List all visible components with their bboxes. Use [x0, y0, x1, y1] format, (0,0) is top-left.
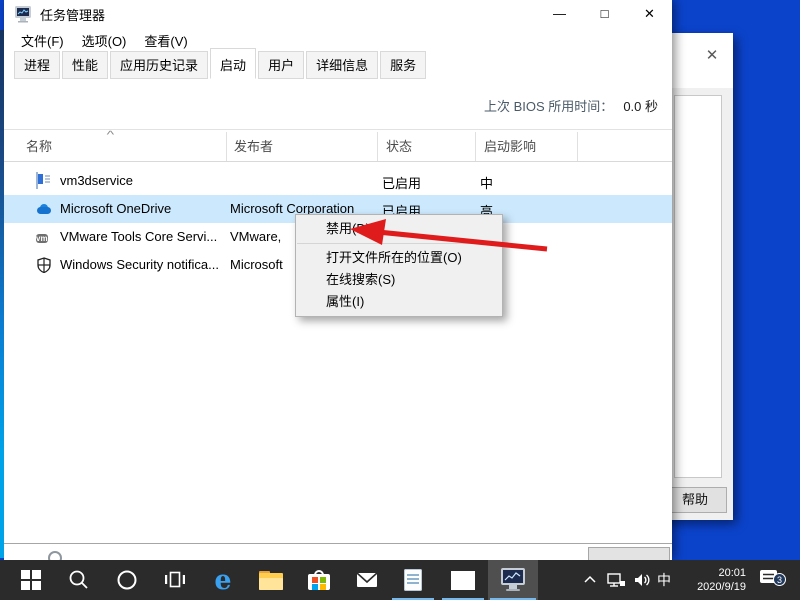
tab-strip: 进程 性能 应用历史记录 启动 用户 详细信息 服务: [14, 48, 428, 79]
file-explorer-button[interactable]: [248, 560, 294, 600]
row-name: vm3dservice: [60, 173, 133, 188]
window-app-button[interactable]: [440, 560, 486, 600]
menu-bar: 文件(F) 选项(O) 查看(V): [4, 28, 672, 52]
menu-options[interactable]: 选项(O): [73, 29, 136, 52]
column-divider[interactable]: [226, 132, 227, 161]
cortana-circle-icon: [117, 570, 137, 590]
task-manager-app-icon: [14, 6, 32, 23]
statusbar-button[interactable]: [588, 547, 670, 560]
background-window-edge: [0, 30, 4, 558]
row-name: Microsoft OneDrive: [60, 201, 172, 216]
menu-item-disable[interactable]: 禁用(D): [296, 218, 502, 240]
clock-date: 2020/9/19: [697, 581, 746, 593]
column-header-publisher[interactable]: 发布者: [234, 136, 273, 155]
row-publisher: Microsoft: [230, 257, 283, 272]
mail-envelope-icon: [356, 572, 378, 587]
row-impact: 中: [480, 176, 494, 191]
clock[interactable]: 20:01 2020/9/19: [680, 560, 746, 600]
window-app-icon: [451, 570, 475, 590]
help-button[interactable]: 帮助: [663, 487, 727, 513]
menu-item-open-file-location[interactable]: 打开文件所在的位置(O): [296, 247, 502, 269]
vmware-vm-icon: vm: [36, 234, 48, 243]
vm3dservice-icon: [36, 172, 52, 189]
statusbar-divider: [4, 543, 672, 544]
menu-item-search-online[interactable]: 在线搜索(S): [296, 269, 502, 291]
network-icon: [607, 573, 625, 587]
search-icon: [69, 570, 88, 589]
fewer-details-icon[interactable]: [48, 551, 62, 560]
task-view-button[interactable]: [152, 560, 198, 600]
start-button[interactable]: [8, 560, 54, 600]
network-tray-button[interactable]: [602, 560, 630, 600]
taskbar: e 中 20:01 2020/9/19 3: [0, 560, 800, 600]
tab-app-history[interactable]: 应用历史记录: [110, 51, 209, 79]
column-divider[interactable]: [577, 132, 578, 161]
minimize-button[interactable]: —: [537, 0, 582, 28]
row-status: 已启用: [382, 176, 422, 191]
store-button[interactable]: [296, 560, 342, 600]
security-shield-icon: [36, 257, 52, 274]
window-title: 任务管理器: [40, 7, 106, 23]
table-row[interactable]: vm3dservice 已启用 中: [4, 167, 672, 195]
menu-separator: [297, 243, 501, 244]
ime-indicator[interactable]: 中: [652, 560, 676, 600]
title-bar[interactable]: 任务管理器 — □ ✕: [4, 0, 672, 28]
table-header: ^ 名称 发布者 状态 启动影响: [4, 129, 672, 162]
maximize-button[interactable]: □: [582, 0, 627, 28]
onedrive-cloud-icon: [36, 201, 52, 217]
dialog-close-icon[interactable]: ✕: [699, 43, 725, 69]
task-manager-icon: [500, 568, 526, 592]
edge-icon: e: [214, 564, 232, 596]
tray-expand-button[interactable]: [578, 560, 602, 600]
task-view-icon: [165, 571, 185, 588]
menu-view[interactable]: 查看(V): [135, 29, 196, 52]
tab-startup[interactable]: 启动: [210, 48, 257, 79]
edge-button[interactable]: e: [200, 560, 246, 600]
folder-icon: [259, 570, 283, 590]
speaker-icon: [635, 574, 650, 586]
tab-services[interactable]: 服务: [380, 51, 427, 79]
store-bag-icon: [308, 570, 330, 590]
column-header-name[interactable]: 名称: [26, 136, 52, 155]
menu-item-properties[interactable]: 属性(I): [296, 291, 502, 313]
row-name: VMware Tools Core Servi...: [60, 229, 218, 244]
row-publisher: VMware,: [230, 229, 282, 244]
column-header-impact[interactable]: 启动影响: [484, 136, 536, 155]
last-bios-time: 上次 BIOS 所用时间： 0.0 秒: [484, 96, 658, 115]
close-button[interactable]: ✕: [627, 0, 672, 28]
notification-badge: 3: [773, 572, 786, 586]
row-name: Windows Security notifica...: [60, 257, 219, 272]
notepad-app-button[interactable]: [390, 560, 436, 600]
cortana-button[interactable]: [104, 560, 150, 600]
tab-performance[interactable]: 性能: [62, 51, 109, 79]
search-button[interactable]: [56, 560, 102, 600]
tab-users[interactable]: 用户: [258, 51, 305, 79]
mail-button[interactable]: [344, 560, 390, 600]
column-divider[interactable]: [377, 132, 378, 161]
background-dialog-panel: [674, 95, 722, 478]
tab-details[interactable]: 详细信息: [306, 51, 379, 79]
menu-file[interactable]: 文件(F): [12, 29, 73, 52]
clock-time: 20:01: [718, 567, 746, 579]
column-header-status[interactable]: 状态: [386, 136, 412, 155]
windows-logo-icon: [21, 570, 41, 590]
action-center-button[interactable]: 3: [754, 560, 786, 600]
bios-value: 0.0 秒: [623, 99, 658, 114]
task-manager-taskbar-button[interactable]: [488, 560, 538, 600]
chevron-up-icon: [584, 575, 596, 583]
context-menu: 禁用(D) 打开文件所在的位置(O) 在线搜索(S) 属性(I): [295, 214, 503, 317]
notepad-icon: [404, 569, 422, 591]
column-divider[interactable]: [475, 132, 476, 161]
notification-icon: 3: [759, 569, 786, 592]
bios-label: 上次 BIOS 所用时间：: [484, 99, 614, 114]
sort-ascending-icon: ^: [106, 130, 115, 141]
tab-processes[interactable]: 进程: [14, 51, 61, 79]
